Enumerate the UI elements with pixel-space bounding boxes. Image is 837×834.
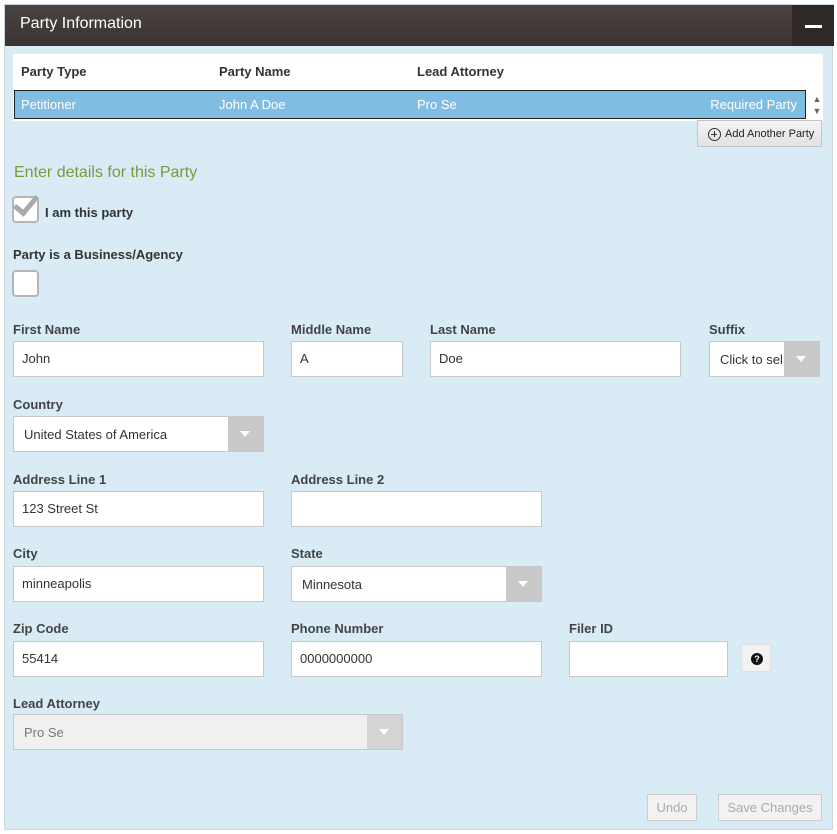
dropdown-button[interactable] (506, 567, 541, 601)
i-am-this-party-label: I am this party (45, 205, 134, 220)
lead-attorney-value: Pro Se (24, 725, 64, 740)
chevron-down-icon (240, 431, 250, 437)
city-label: City (13, 546, 38, 561)
panel-title: Party Information (20, 15, 142, 32)
cell-lead-attorney: Pro Se (417, 97, 457, 112)
minus-icon (805, 25, 822, 28)
chevron-down-icon (518, 581, 528, 587)
country-label: Country (13, 397, 63, 412)
middle-name-field[interactable]: A (291, 341, 403, 377)
city-field[interactable]: minneapolis (13, 566, 264, 602)
cell-party-type: Petitioner (21, 97, 76, 112)
column-header-lead-attorney[interactable]: Lead Attorney (417, 64, 504, 79)
phone-number-field[interactable]: 0000000000 (291, 641, 542, 677)
suffix-value: Click to sel... (720, 352, 788, 367)
business-agency-checkbox[interactable] (12, 270, 39, 297)
lead-attorney-label: Lead Attorney (13, 696, 100, 711)
column-header-party-name[interactable]: Party Name (219, 64, 291, 79)
state-select[interactable]: Minnesota (291, 566, 542, 602)
address-line-2-field[interactable] (291, 491, 542, 527)
suffix-select[interactable]: Click to sel... (709, 341, 820, 377)
scroll-up-arrow-icon[interactable]: ▲ (811, 94, 823, 104)
party-information-panel: Party Information Party Type Party Name … (4, 4, 834, 830)
save-changes-button[interactable]: Save Changes (718, 794, 822, 821)
phone-number-label: Phone Number (291, 621, 384, 636)
plus-circle-icon (708, 128, 721, 141)
last-name-field[interactable]: Doe (430, 341, 681, 377)
middle-name-label: Middle Name (291, 322, 372, 337)
party-grid: Party Type Party Name Lead Attorney Peti… (13, 54, 823, 121)
filer-id-field[interactable] (569, 641, 728, 677)
add-another-party-button[interactable]: Add Another Party (697, 120, 822, 147)
table-row[interactable]: Petitioner John A Doe Pro Se Required Pa… (14, 90, 806, 119)
scroll-down-arrow-icon[interactable]: ▼ (811, 106, 823, 116)
dropdown-button (367, 715, 402, 749)
zip-code-label: Zip Code (13, 621, 69, 636)
cell-status: Required Party (710, 97, 797, 112)
undo-button[interactable]: Undo (647, 794, 697, 821)
chevron-down-icon (796, 356, 806, 362)
column-header-party-type[interactable]: Party Type (21, 64, 87, 79)
dropdown-button[interactable] (228, 417, 263, 451)
section-title: Enter details for this Party (14, 164, 198, 181)
country-select[interactable]: United States of America (13, 416, 264, 452)
dropdown-button[interactable] (784, 342, 819, 376)
state-label: State (291, 546, 323, 561)
first-name-label: First Name (13, 322, 81, 337)
cell-party-name: John A Doe (219, 97, 286, 112)
state-value: Minnesota (302, 577, 362, 592)
address-line-1-field[interactable]: 123 Street St (13, 491, 264, 527)
address-line-2-label: Address Line 2 (291, 472, 385, 487)
business-agency-label: Party is a Business/Agency (13, 247, 183, 262)
first-name-field[interactable]: John (13, 341, 264, 377)
panel-titlebar: Party Information (5, 5, 834, 46)
last-name-label: Last Name (430, 322, 496, 337)
suffix-label: Suffix (709, 322, 746, 337)
chevron-down-icon (379, 729, 389, 735)
zip-code-field[interactable]: 55414 (13, 641, 264, 677)
question-icon: ? (751, 653, 763, 665)
i-am-this-party-checkbox[interactable] (12, 189, 40, 223)
filer-id-help-button[interactable]: ? (741, 644, 771, 672)
address-line-1-label: Address Line 1 (13, 472, 107, 487)
collapse-button[interactable] (792, 5, 834, 46)
filer-id-label: Filer ID (569, 621, 614, 636)
country-value: United States of America (24, 427, 168, 442)
add-another-party-label: Add Another Party (725, 128, 815, 140)
lead-attorney-select: Pro Se (13, 714, 403, 750)
checkmark-icon (12, 189, 40, 217)
